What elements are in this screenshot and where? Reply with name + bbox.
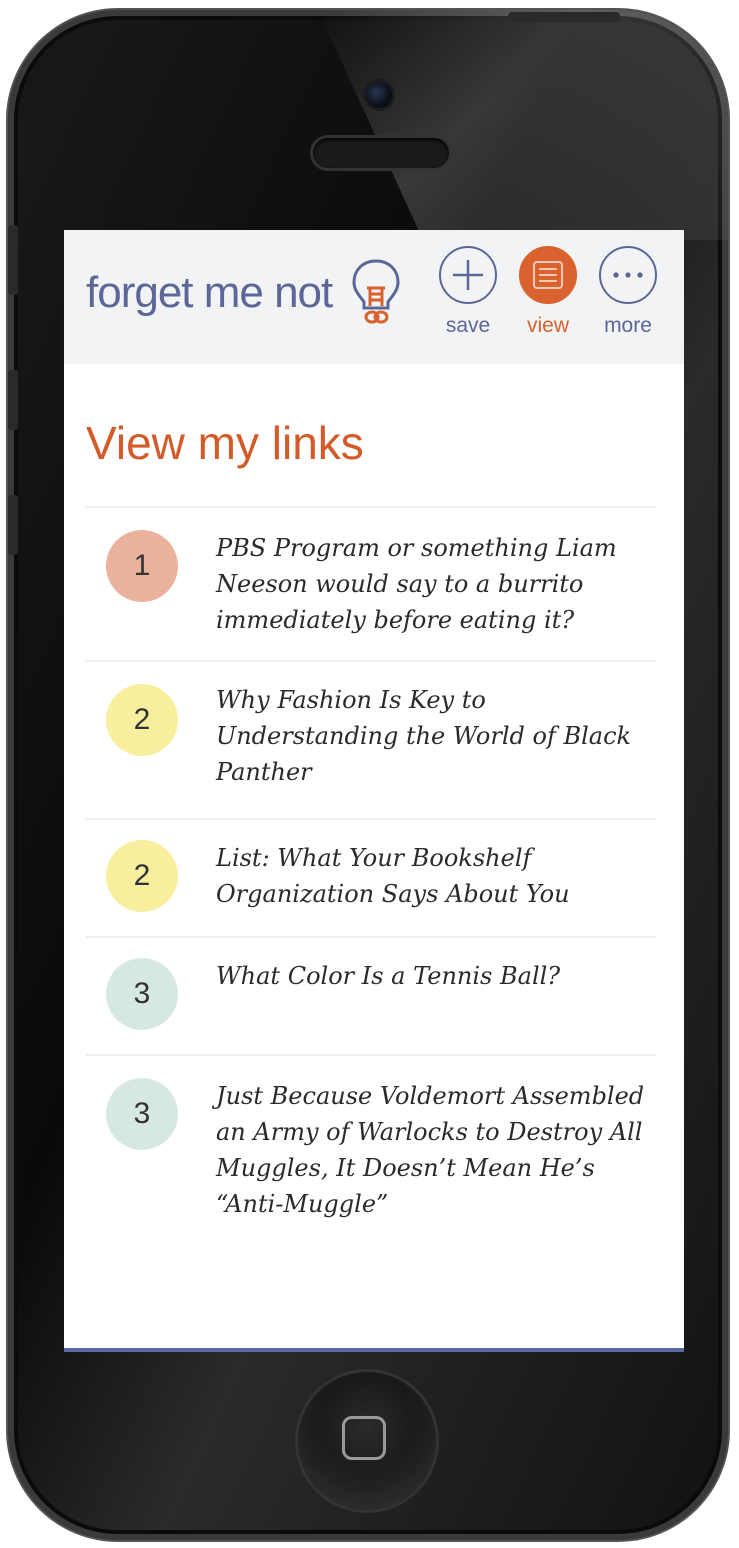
list-icon: [519, 246, 577, 304]
front-camera: [366, 82, 392, 108]
phone-glare: [318, 10, 728, 240]
more-label: more: [604, 314, 652, 337]
link-title[interactable]: List: What Your Bookshelf Organization S…: [216, 840, 656, 912]
volume-up-button[interactable]: [8, 370, 18, 430]
home-button[interactable]: [298, 1372, 436, 1510]
view-button[interactable]: view: [516, 246, 580, 356]
plus-icon: [439, 246, 497, 304]
lightbulb-icon: [352, 259, 400, 324]
more-button[interactable]: more: [596, 246, 660, 356]
view-label: view: [526, 314, 569, 337]
list-item[interactable]: 1 PBS Program or something Liam Neeson w…: [86, 508, 656, 662]
rank-badge: 2: [106, 684, 178, 756]
link-title[interactable]: Just Because Voldemort Assembled an Army…: [216, 1078, 656, 1222]
list-item[interactable]: 2 Why Fashion Is Key to Understanding th…: [86, 662, 656, 820]
app-logo: forget me not: [86, 268, 333, 317]
save-button[interactable]: save: [436, 246, 500, 356]
app-header: forget me not save view more: [64, 230, 684, 364]
phone-frame: forget me not save view more View my lin…: [8, 10, 728, 1540]
ellipsis-icon: [599, 246, 657, 304]
page-title: View my links: [86, 417, 364, 469]
links-list: 1 PBS Program or something Liam Neeson w…: [86, 506, 656, 1246]
earpiece-speaker: [313, 138, 449, 168]
link-title[interactable]: Why Fashion Is Key to Understanding the …: [216, 682, 656, 790]
home-button-icon: [342, 1416, 386, 1460]
rank-badge: 3: [106, 958, 178, 1030]
list-item[interactable]: 3 What Color Is a Tennis Ball?: [86, 938, 656, 1056]
link-title[interactable]: PBS Program or something Liam Neeson wou…: [216, 530, 656, 638]
volume-down-button[interactable]: [8, 495, 18, 555]
rank-badge: 1: [106, 530, 178, 602]
list-item[interactable]: 2 List: What Your Bookshelf Organization…: [86, 820, 656, 938]
list-item[interactable]: 3 Just Because Voldemort Assembled an Ar…: [86, 1056, 656, 1246]
link-title[interactable]: What Color Is a Tennis Ball?: [216, 958, 656, 994]
save-label: save: [445, 314, 491, 337]
rank-badge: 3: [106, 1078, 178, 1150]
mute-switch[interactable]: [8, 225, 18, 295]
rank-badge: 2: [106, 840, 178, 912]
power-button[interactable]: [508, 12, 620, 22]
app-screen: forget me not save view more View my lin…: [64, 230, 684, 1352]
